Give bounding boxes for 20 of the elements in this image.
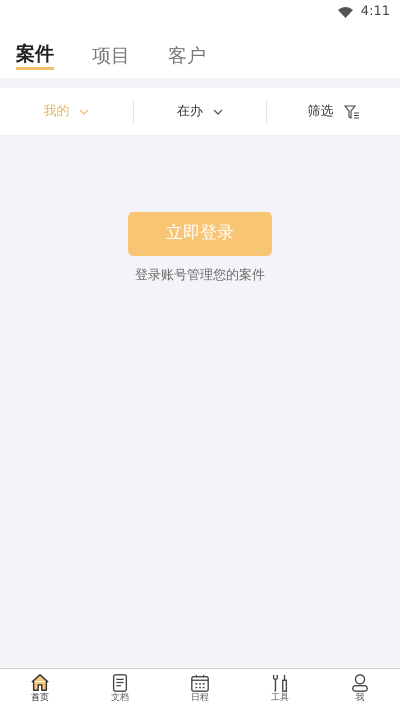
document-icon <box>110 673 130 693</box>
caret-icon <box>213 108 223 114</box>
nav-tab[interactable]: 首页 <box>0 669 80 710</box>
dropdown-button[interactable]: 在办 <box>134 100 266 122</box>
tab[interactable]: 项目 <box>92 42 130 70</box>
filter-icon <box>344 104 360 118</box>
home-icon <box>30 673 50 693</box>
nav-tab[interactable]: 我 <box>320 669 400 710</box>
profile-icon <box>350 673 370 693</box>
nav-tab[interactable]: 文档 <box>80 669 160 710</box>
wrench-icon <box>270 673 290 693</box>
nav-tab[interactable]: 工具 <box>240 669 320 710</box>
hint-text: 登录账号管理您的案件 <box>135 267 265 285</box>
caret-icon <box>79 108 90 114</box>
clock-time: 4:11 <box>360 3 390 22</box>
tab[interactable]: 客户 <box>168 42 206 70</box>
nav-tab[interactable]: 日程 <box>160 669 240 710</box>
wifi-icon <box>338 6 353 18</box>
calendar-icon <box>190 673 210 693</box>
filter-button[interactable]: 筛选 <box>267 100 400 122</box>
